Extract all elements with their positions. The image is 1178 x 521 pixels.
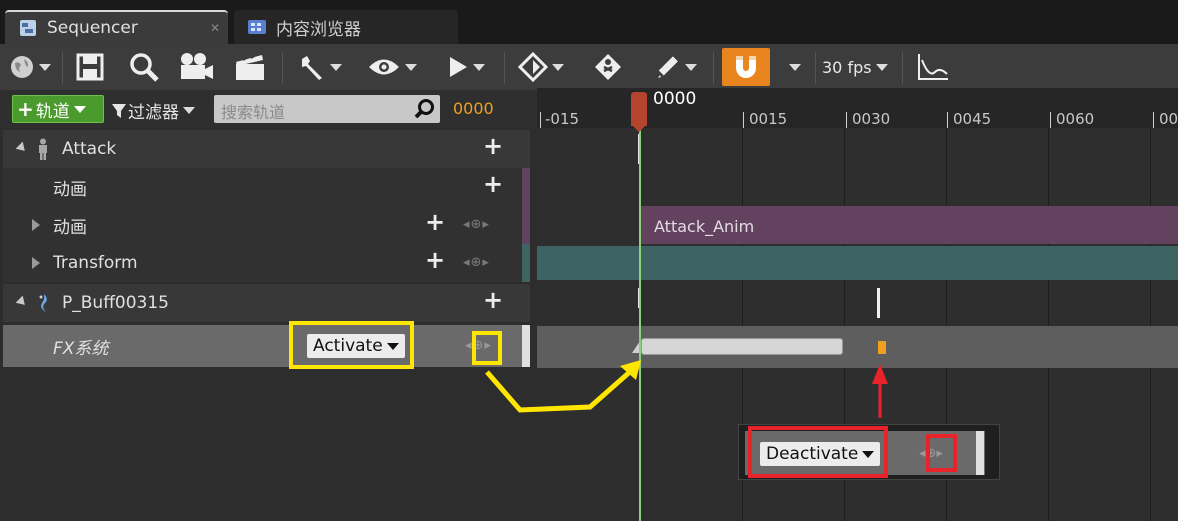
key-highlight-box-red — [926, 434, 957, 472]
annotation-layer-top — [748, 426, 957, 478]
deactivate-highlight-box — [748, 426, 888, 478]
